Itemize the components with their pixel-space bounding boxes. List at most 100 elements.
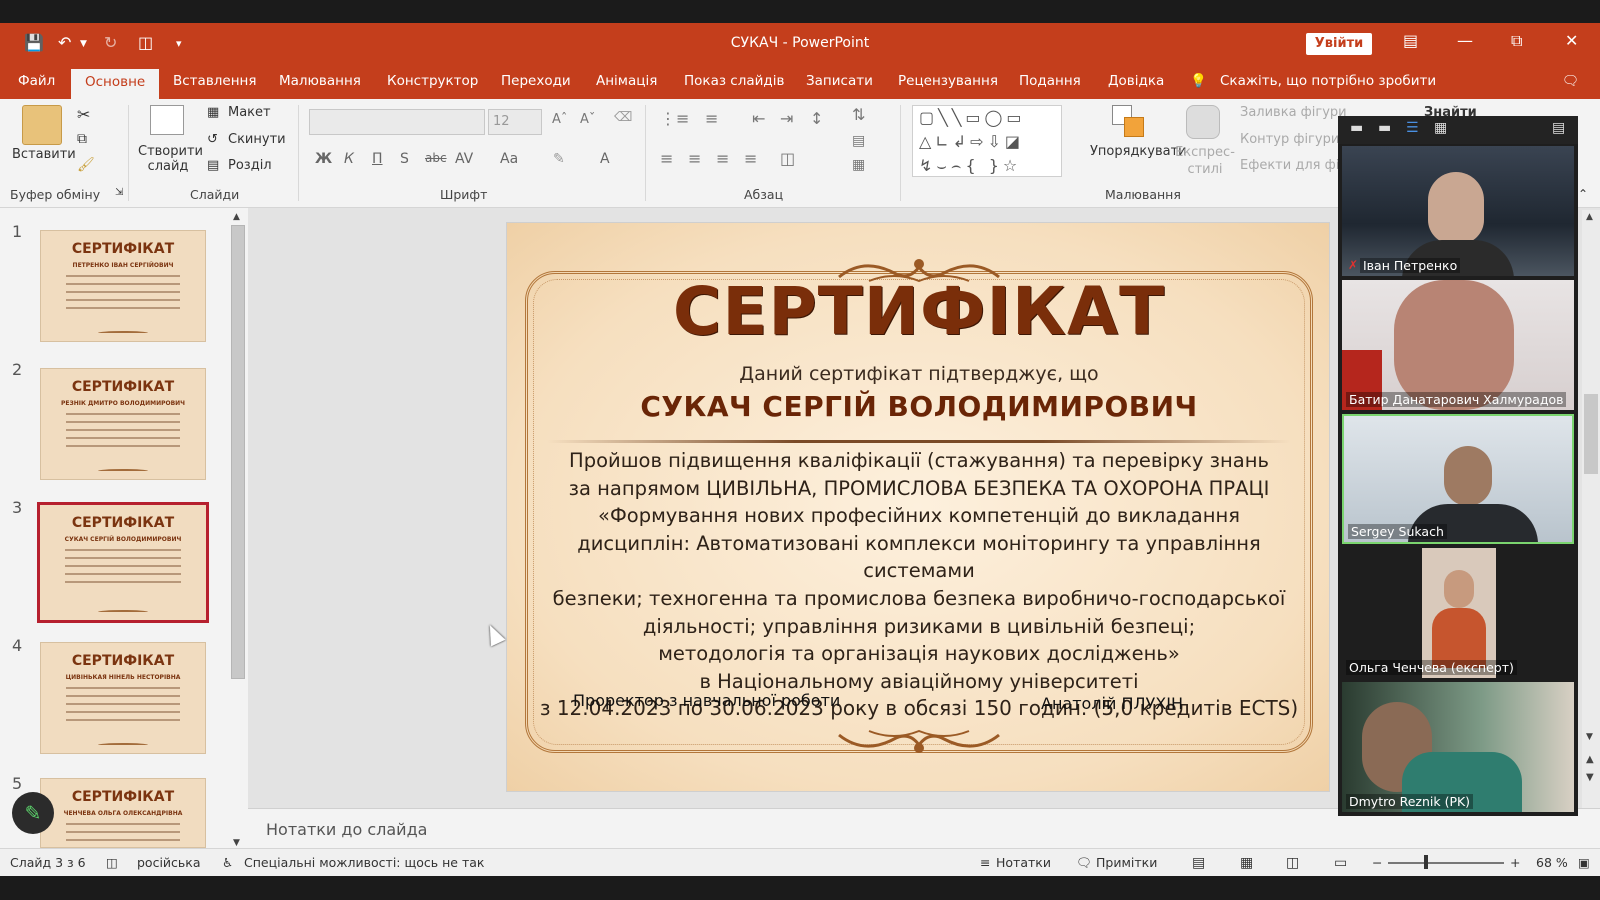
font-name-field[interactable] bbox=[309, 109, 485, 135]
italic-icon[interactable]: К bbox=[344, 151, 354, 167]
clear-format-icon[interactable]: ⌫ bbox=[614, 110, 632, 125]
zoom-in-icon[interactable]: + bbox=[1510, 855, 1520, 870]
comments-icon[interactable]: 🗨 bbox=[1562, 73, 1579, 89]
change-case-icon[interactable]: Aa bbox=[500, 151, 518, 167]
shapes-gallery[interactable]: ▢╲╲▭◯▭ △∟↲⇨⇩◪ ↯⌣⌢{ }☆ bbox=[912, 105, 1062, 177]
exit-fullscreen-icon[interactable]: ▤ bbox=[1552, 120, 1565, 136]
slide-sorter-icon[interactable]: ▦ bbox=[1240, 855, 1253, 871]
accessibility-status[interactable]: Спеціальні можливості: щось не так bbox=[244, 855, 484, 870]
tab-review[interactable]: Рецензування bbox=[898, 73, 998, 89]
slide-thumbnail-4[interactable]: СЕРТИФІКАТ ЦИВІНЬКАЯ НІНЕЛЬ НЕСТОРІВНА bbox=[40, 642, 206, 754]
tab-view[interactable]: Подання bbox=[1019, 73, 1081, 89]
zoom-level[interactable]: 68 % bbox=[1536, 855, 1568, 870]
tab-slideshow[interactable]: Показ слайдів bbox=[684, 73, 784, 89]
notes-toggle[interactable]: Нотатки bbox=[996, 855, 1051, 870]
tab-help[interactable]: Довідка bbox=[1108, 73, 1164, 89]
annotate-pen-icon[interactable]: ✎ bbox=[12, 792, 54, 834]
slide-thumbnail-1[interactable]: СЕРТИФІКАТ ПЕТРЕНКО ІВАН СЕРГІЙОВИЧ bbox=[40, 230, 206, 342]
speaker-view-icon[interactable]: ▬ bbox=[1378, 120, 1391, 136]
decrease-indent-icon[interactable]: ⇤ bbox=[752, 109, 765, 128]
copy-icon[interactable]: ⧉ bbox=[77, 131, 87, 147]
new-slide-icon[interactable] bbox=[150, 105, 184, 135]
ribbon-display-icon[interactable]: ▤ bbox=[1403, 31, 1418, 50]
thumbnails-scroll-thumb[interactable] bbox=[231, 225, 245, 679]
strip-view-icon[interactable]: ☰ bbox=[1406, 120, 1419, 136]
editor-scrollbar[interactable]: ▲ ▼ ▲ ▼ bbox=[1582, 210, 1600, 808]
quick-styles-button[interactable]: Експрес-стилі bbox=[1175, 144, 1235, 178]
participant-video-5[interactable]: Dmytro Reznik (PK) bbox=[1342, 682, 1574, 812]
editor-scroll-thumb[interactable] bbox=[1584, 394, 1598, 474]
tab-transitions[interactable]: Переходи bbox=[501, 73, 571, 89]
minimize-panel-icon[interactable]: ▬ bbox=[1350, 120, 1363, 136]
underline-icon[interactable]: П bbox=[372, 151, 383, 167]
minimize-icon[interactable]: — bbox=[1457, 31, 1473, 50]
gallery-view-icon[interactable]: ▦ bbox=[1434, 120, 1447, 136]
numbering-icon[interactable]: ≡ bbox=[705, 109, 718, 128]
align-left-icon[interactable]: ≡ bbox=[660, 149, 673, 168]
scroll-up-icon[interactable]: ▲ bbox=[1586, 212, 1593, 222]
highlight-icon[interactable]: ✎ bbox=[553, 151, 565, 167]
text-direction-icon[interactable]: ⇅ bbox=[852, 105, 865, 124]
new-slide-button[interactable]: Створити слайд bbox=[138, 144, 203, 174]
tab-record[interactable]: Записати bbox=[806, 73, 873, 89]
paste-button[interactable]: Вставити bbox=[12, 147, 76, 162]
shape-fill-button[interactable]: Заливка фігури bbox=[1240, 105, 1347, 120]
tab-design[interactable]: Конструктор bbox=[387, 73, 478, 89]
columns-icon[interactable]: ◫ bbox=[780, 149, 795, 168]
previous-slide-icon[interactable]: ▲ bbox=[1586, 754, 1594, 765]
slide-thumbnail-3-selected[interactable]: СЕРТИФІКАТ СУКАЧ СЕРГІЙ ВОЛОДИМИРОВИЧ bbox=[37, 502, 209, 623]
bullets-icon[interactable]: ⋮≡ bbox=[660, 109, 689, 128]
arrange-button[interactable]: Упорядкувати bbox=[1090, 144, 1187, 159]
language-indicator[interactable]: російська bbox=[137, 855, 201, 870]
strikethrough-icon[interactable]: abc bbox=[425, 151, 447, 165]
shadow-icon[interactable]: S bbox=[400, 151, 409, 167]
tab-draw[interactable]: Малювання bbox=[279, 73, 361, 89]
slideshow-icon[interactable]: ▭ bbox=[1334, 855, 1347, 871]
participant-video-3-active-speaker[interactable]: Sergey Sukach bbox=[1342, 414, 1574, 544]
shape-outline-button[interactable]: Контур фігури bbox=[1240, 132, 1339, 147]
shrink-font-icon[interactable]: Aˇ bbox=[580, 112, 595, 127]
next-slide-icon[interactable]: ▼ bbox=[1586, 772, 1594, 783]
restore-icon[interactable]: ⧉ bbox=[1511, 31, 1522, 51]
scroll-down-icon[interactable]: ▼ bbox=[1586, 732, 1593, 742]
tab-insert[interactable]: Вставлення bbox=[173, 73, 257, 89]
reset-button[interactable]: Скинути bbox=[228, 132, 286, 147]
tab-animations[interactable]: Анімація bbox=[596, 73, 657, 89]
spellcheck-icon[interactable]: ◫ bbox=[106, 855, 118, 870]
participant-video-4[interactable]: Ольга Ченчева (експерт) bbox=[1342, 548, 1574, 678]
smartart-icon[interactable]: ▦ bbox=[852, 157, 865, 173]
zoom-slider[interactable] bbox=[1388, 862, 1504, 864]
normal-view-icon[interactable]: ▤ bbox=[1192, 855, 1205, 871]
paste-icon[interactable] bbox=[22, 105, 62, 145]
reading-view-icon[interactable]: ◫ bbox=[1286, 855, 1299, 871]
slide-thumbnail-2[interactable]: СЕРТИФІКАТ РЕЗНІК ДМИТРО ВОЛОДИМИРОВИЧ bbox=[40, 368, 206, 480]
quick-styles-icon[interactable] bbox=[1186, 105, 1220, 139]
tab-file[interactable]: Файл bbox=[18, 73, 55, 89]
font-size-field[interactable]: 12 bbox=[488, 109, 542, 135]
zoom-slider-thumb[interactable] bbox=[1424, 855, 1428, 869]
format-painter-icon[interactable]: 🖌 bbox=[77, 157, 95, 173]
bold-icon[interactable]: Ж bbox=[315, 151, 332, 167]
layout-button[interactable]: Макет bbox=[228, 105, 271, 120]
scroll-down-icon[interactable]: ▼ bbox=[233, 838, 240, 848]
dialog-launcher-icon[interactable]: ⇲ bbox=[115, 187, 123, 198]
section-button[interactable]: Розділ bbox=[228, 158, 272, 173]
increase-indent-icon[interactable]: ⇥ bbox=[780, 109, 793, 128]
participant-video-1[interactable]: ✗ Іван Петренко bbox=[1342, 146, 1574, 276]
slide-thumbnail-5[interactable]: СЕРТИФІКАТ ЧЕНЧЕВА ОЛЬГА ОЛЕКСАНДРІВНА bbox=[40, 778, 206, 848]
align-text-icon[interactable]: ▤ bbox=[852, 133, 865, 149]
tab-home[interactable]: Основне bbox=[71, 69, 160, 99]
font-color-icon[interactable]: A bbox=[600, 151, 610, 167]
scroll-up-icon[interactable]: ▲ bbox=[233, 212, 240, 222]
fit-to-window-icon[interactable]: ▣ bbox=[1578, 855, 1590, 870]
line-spacing-icon[interactable]: ↕ bbox=[810, 109, 823, 128]
spacing-icon[interactable]: AV bbox=[455, 151, 473, 167]
cut-icon[interactable]: ✂ bbox=[77, 105, 90, 124]
align-center-icon[interactable]: ≡ bbox=[688, 149, 701, 168]
justify-icon[interactable]: ≡ bbox=[744, 149, 757, 168]
notes-placeholder[interactable]: Нотатки до слайда bbox=[266, 820, 427, 839]
participant-video-2[interactable]: Батир Данатарович Халмурадов bbox=[1342, 280, 1574, 410]
grow-font-icon[interactable]: Aˆ bbox=[552, 112, 567, 127]
close-icon[interactable]: ✕ bbox=[1565, 31, 1578, 50]
zoom-out-icon[interactable]: − bbox=[1372, 855, 1382, 870]
